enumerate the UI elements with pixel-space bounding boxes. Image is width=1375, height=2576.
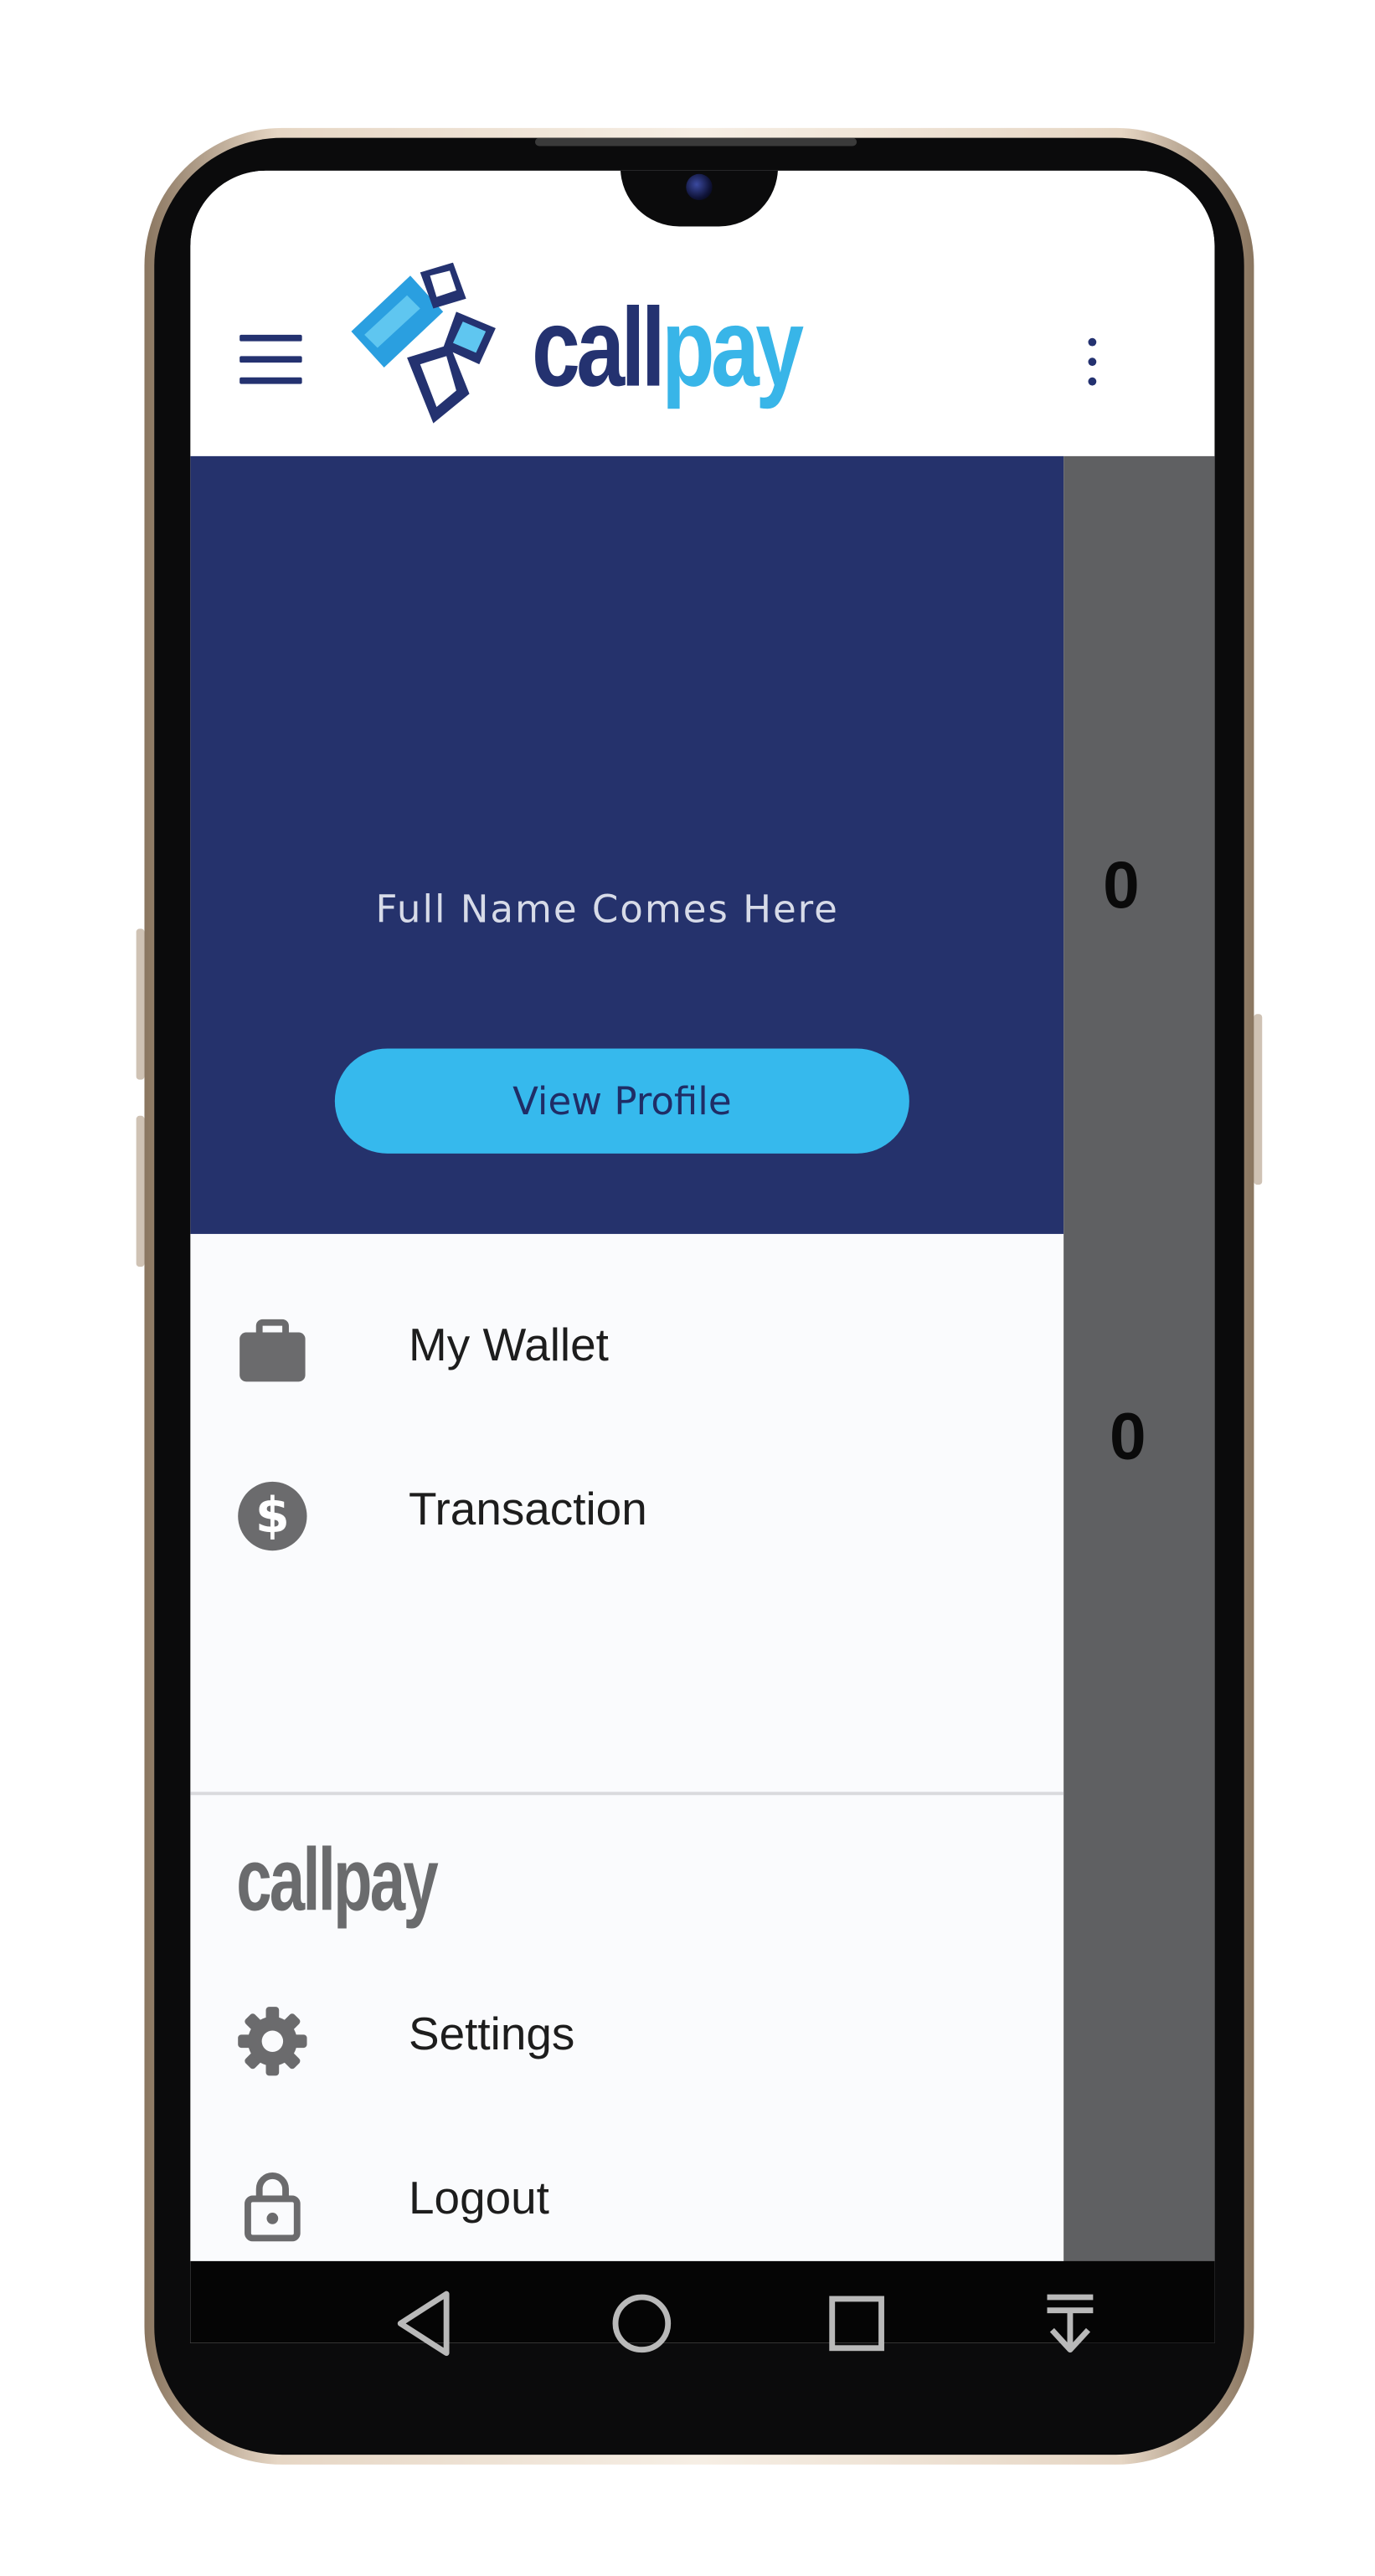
volume-up-button [136, 928, 145, 1080]
notifications-pull-icon[interactable] [1034, 2287, 1106, 2359]
recents-icon[interactable] [821, 2287, 893, 2359]
volume-down-button [136, 1115, 145, 1267]
dollar-circle-icon: $ [238, 1481, 307, 1551]
device-mockup: callpay 0 0 Full Name Comes Here View Pr… [0, 0, 1375, 2576]
menu-item-label: Settings [409, 2008, 575, 2059]
view-profile-button[interactable]: View Profile [334, 1048, 909, 1154]
menu-item-label: Transaction [409, 1483, 647, 1535]
earpiece-speaker [534, 137, 857, 147]
logo-pay-text: pay [662, 285, 804, 410]
drawer-scrim[interactable]: 0 0 [1063, 455, 1215, 2343]
gear-icon [238, 2007, 307, 2076]
transactions-value: 0 [1109, 1401, 1146, 1474]
drawer-divider [190, 1792, 1064, 1796]
hamburger-menu-icon[interactable] [239, 334, 302, 384]
menu-item-settings[interactable]: Settings [190, 1976, 1063, 2107]
front-camera [686, 173, 713, 201]
balance-value: 0 [1103, 850, 1140, 923]
lock-icon [245, 2172, 301, 2242]
callpay-logo-icon [351, 262, 496, 424]
power-button [1254, 1014, 1263, 1185]
menu-item-logout[interactable]: Logout [190, 2140, 1063, 2271]
svg-text:$: $ [255, 1487, 290, 1545]
callpay-logo-text: callpay [532, 282, 804, 414]
phone-screen: callpay 0 0 Full Name Comes Here View Pr… [190, 170, 1215, 2343]
system-navigation-bar [200, 2261, 1211, 2405]
menu-item-label: Logout [409, 2172, 549, 2224]
drawer-header: Full Name Comes Here View Profile [190, 455, 1064, 1234]
logo-call-text: call [532, 285, 666, 410]
callpay-section-logo: callpay [236, 1831, 438, 1930]
navigation-drawer: Full Name Comes Here View Profile My Wal… [190, 455, 1064, 2343]
menu-item-transaction[interactable]: $ Transaction [190, 1451, 1063, 1582]
back-icon[interactable] [390, 2287, 462, 2359]
home-icon[interactable] [605, 2287, 677, 2359]
more-vert-icon[interactable] [1084, 335, 1100, 391]
user-full-name: Full Name Comes Here [375, 889, 839, 933]
menu-item-my-wallet[interactable]: My Wallet [190, 1287, 1063, 1418]
briefcase-icon [239, 1319, 306, 1382]
menu-item-label: My Wallet [409, 1319, 609, 1370]
